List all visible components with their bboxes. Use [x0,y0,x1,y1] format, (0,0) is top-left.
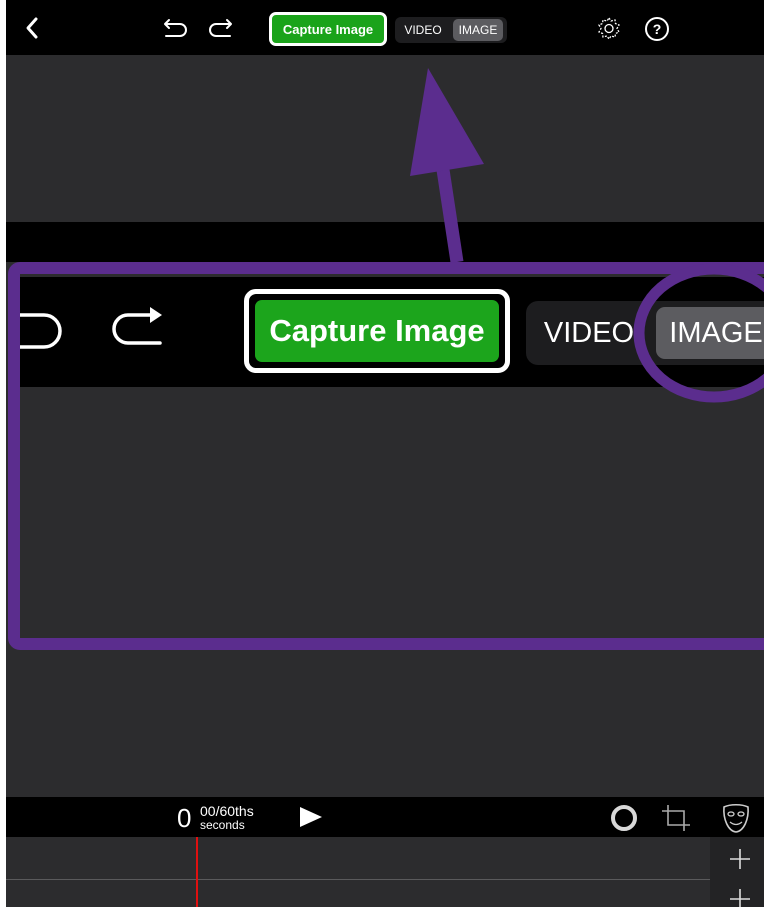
annotation-arrow-head [410,68,484,176]
annotation-callout-frame [8,262,764,650]
annotation-overlay [8,68,764,650]
annotation-circle [633,263,764,403]
